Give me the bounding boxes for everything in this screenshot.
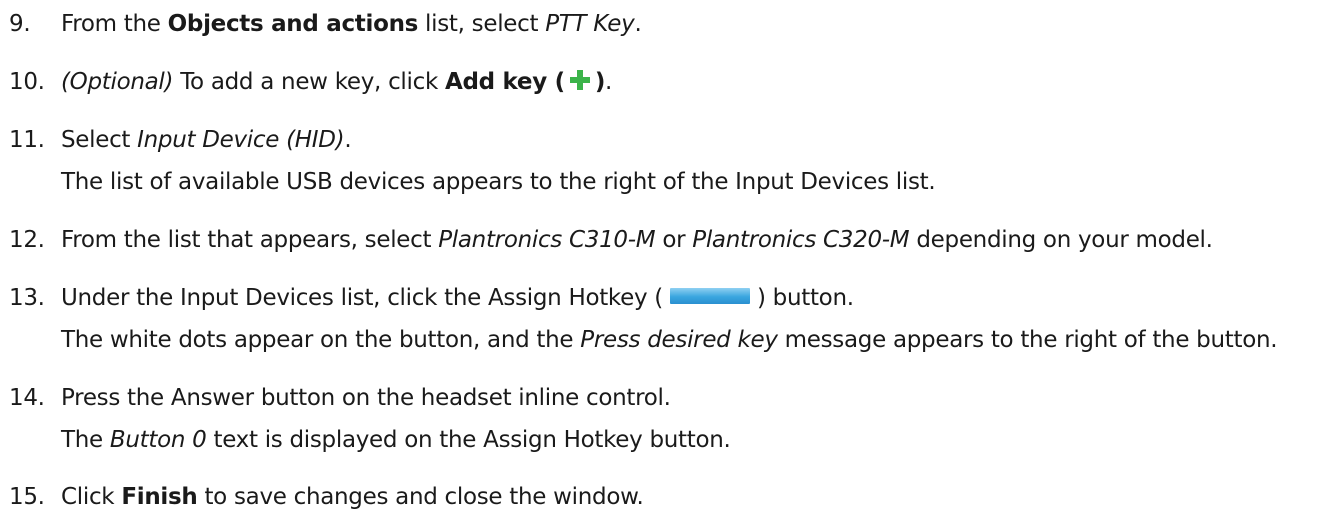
assign-hotkey-button-icon <box>669 288 750 304</box>
optional-label: (Optional) <box>61 69 174 95</box>
text-run: list, select <box>418 11 546 37</box>
step-text: Select Input Device (HID). <box>61 125 352 155</box>
ui-label-add-key: Add key ( <box>444 69 565 95</box>
step-text: Press the Answer button on the headset i… <box>61 385 671 411</box>
text-run: . <box>605 69 613 95</box>
text-run: depending on your model. <box>909 227 1213 253</box>
text-run: text is displayed on the Assign Hotkey b… <box>206 427 731 453</box>
label-button-0: Button 0 <box>109 427 207 453</box>
step-result-note: The list of available USB devices appear… <box>61 169 936 195</box>
message-press-desired-key: Press desired key <box>580 327 778 353</box>
step-number: 10. <box>9 69 45 95</box>
text-run: to save changes and close the window. <box>197 484 644 510</box>
option-ptt-key: PTT Key <box>545 11 635 37</box>
instruction-steps: 9. From the Objects and actions list, se… <box>0 0 1343 510</box>
text-run: Select <box>61 127 138 153</box>
text-run: or <box>655 227 693 253</box>
step-text: From the Objects and actions list, selec… <box>61 9 642 39</box>
option-plantronics-c310-m: Plantronics C310-M <box>438 227 656 253</box>
text-run: To add a new key, click <box>173 69 445 95</box>
step-result-note: The white dots appear on the button, and… <box>61 325 1278 355</box>
text-run: The <box>61 427 110 453</box>
text-run: . <box>634 11 642 37</box>
step-number: 12. <box>9 227 45 253</box>
step-number: 9. <box>9 11 31 37</box>
text-run: ) <box>594 69 606 95</box>
step-number: 14. <box>9 385 45 411</box>
text-run: From the list that appears, select <box>61 227 439 253</box>
text-run: . <box>344 127 352 153</box>
text-run: message appears to the right of the butt… <box>777 327 1278 353</box>
ui-label-objects-and-actions: Objects and actions <box>167 11 419 37</box>
step-text: Under the Input Devices list, click the … <box>61 283 854 313</box>
step-text: From the list that appears, select Plant… <box>61 225 1213 255</box>
step-result-note: The Button 0 text is displayed on the As… <box>61 425 731 455</box>
step-number: 15. <box>9 484 45 510</box>
text-run: Click <box>61 484 122 510</box>
text-run: The white dots appear on the button, and… <box>61 327 581 353</box>
step-text: (Optional) To add a new key, click Add k… <box>61 67 612 97</box>
ui-label-finish: Finish <box>121 484 198 510</box>
step-number: 13. <box>9 285 45 311</box>
step-text: Click Finish to save changes and close t… <box>61 482 644 512</box>
option-input-device-hid: Input Device (HID) <box>137 127 345 153</box>
plus-icon <box>568 68 592 92</box>
text-run: From the <box>61 11 168 37</box>
text-run: Under the Input Devices list, click the … <box>61 285 663 311</box>
option-plantronics-c320-m: Plantronics C320-M <box>692 227 910 253</box>
text-run: ) button. <box>756 285 854 311</box>
step-number: 11. <box>9 127 45 153</box>
